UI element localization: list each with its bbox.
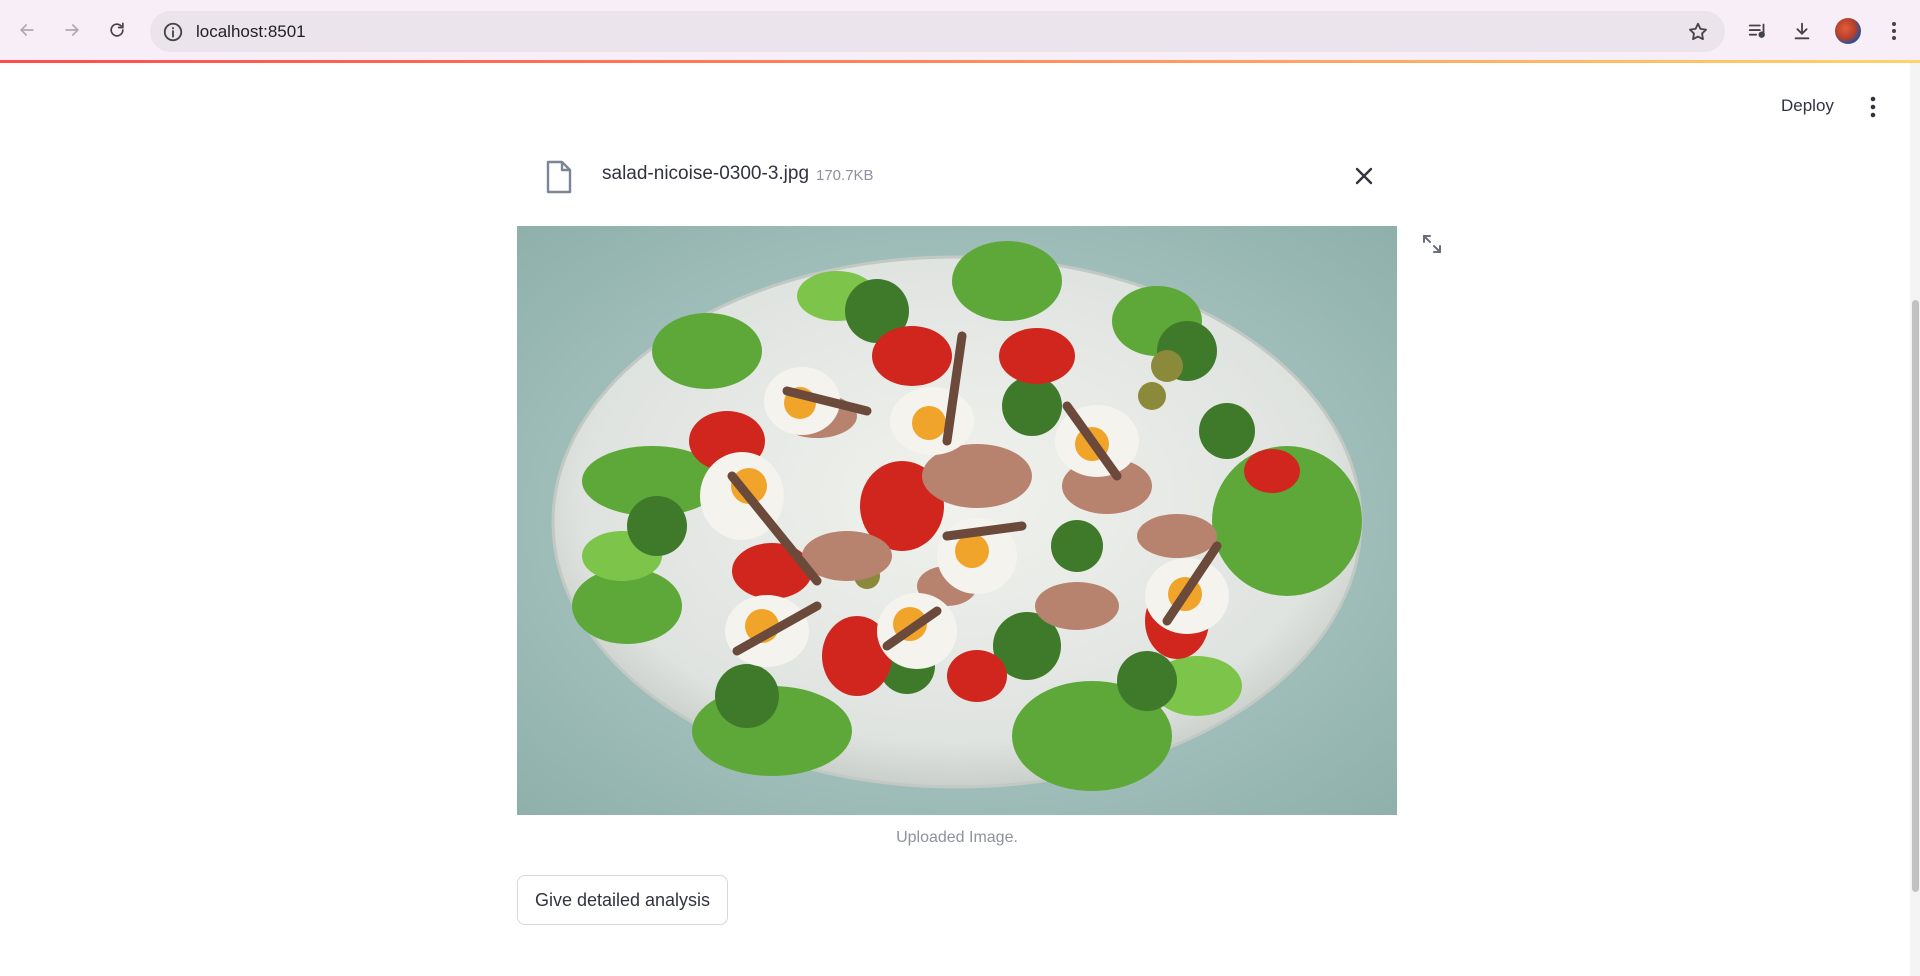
uploaded-file-size: 170.7KB	[816, 167, 874, 184]
browser-menu-icon[interactable]	[1880, 17, 1908, 45]
uploaded-image	[517, 226, 1397, 815]
media-controls-icon[interactable]	[1744, 17, 1772, 45]
give-detailed-analysis-button[interactable]: Give detailed analysis	[517, 875, 728, 925]
download-icon[interactable]	[1788, 17, 1816, 45]
uploaded-file-name: salad-nicoise-0300-3.jpg	[602, 163, 810, 184]
image-caption: Uploaded Image.	[896, 829, 1018, 846]
file-icon	[546, 160, 572, 194]
address-bar[interactable]: localhost:8501	[150, 11, 1725, 52]
page-scrollbar-thumb[interactable]	[1912, 300, 1919, 892]
fullscreen-expand-icon[interactable]	[1420, 232, 1444, 256]
url-text[interactable]: localhost:8501	[196, 22, 306, 42]
forward-arrow-icon[interactable]	[54, 12, 90, 48]
deploy-button[interactable]: Deploy	[1773, 92, 1842, 120]
profile-avatar[interactable]	[1835, 18, 1861, 44]
back-arrow-icon[interactable]	[9, 12, 45, 48]
site-info-icon[interactable]	[162, 21, 184, 43]
reload-icon[interactable]	[99, 12, 135, 48]
remove-file-close-icon[interactable]	[1352, 164, 1376, 188]
bookmark-star-icon[interactable]	[1687, 21, 1709, 43]
app-loading-gradient-bar	[0, 60, 1920, 63]
app-menu-icon[interactable]	[1862, 94, 1884, 120]
